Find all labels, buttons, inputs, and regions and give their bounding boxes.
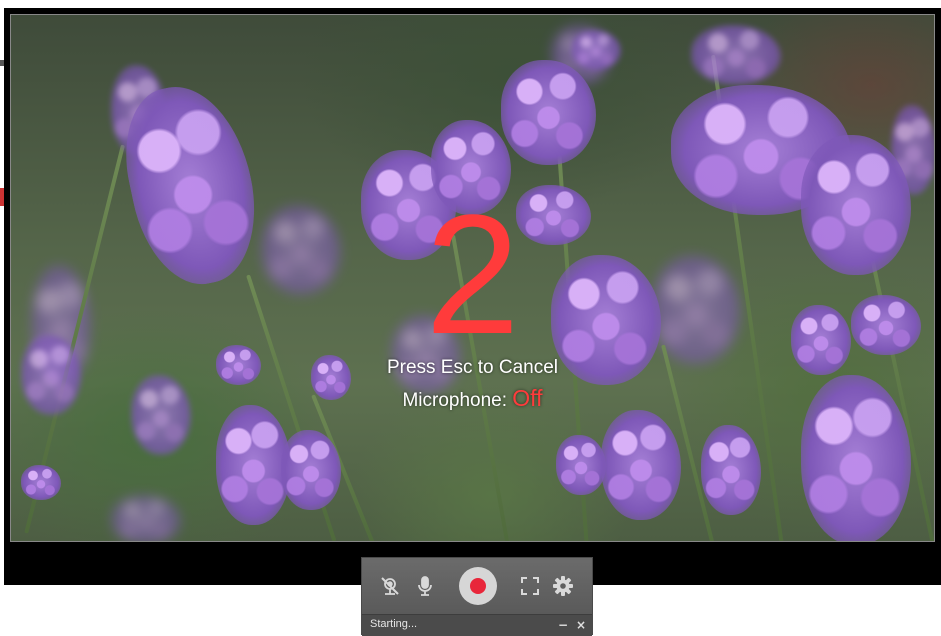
lavender-bloom xyxy=(281,430,341,510)
status-text: Starting... xyxy=(370,618,418,630)
fullscreen-icon[interactable] xyxy=(518,574,542,598)
microphone-state: Off xyxy=(512,385,543,411)
lavender-bloom xyxy=(556,435,606,495)
toolbar-controls xyxy=(362,558,592,614)
countdown-number: 2 xyxy=(425,180,520,370)
microphone-label: Microphone: xyxy=(402,390,507,411)
lavender-bloom xyxy=(111,495,181,541)
minimize-button[interactable]: − xyxy=(556,617,570,633)
lavender-bloom xyxy=(216,405,291,525)
lavender-bloom xyxy=(601,410,681,520)
microphone-status: Microphone: Off xyxy=(4,385,941,412)
record-icon xyxy=(470,578,486,594)
webcam-off-icon[interactable] xyxy=(378,574,402,598)
toolbar-status-bar: Starting... − × xyxy=(362,614,592,636)
lavender-bloom xyxy=(691,25,781,85)
screen-capture-area: 2 Press Esc to Cancel Microphone: Off xyxy=(4,8,941,585)
lavender-bloom xyxy=(571,30,621,70)
lavender-bloom xyxy=(701,425,761,515)
cancel-hint: Press Esc to Cancel xyxy=(386,357,559,378)
record-button[interactable] xyxy=(459,567,497,605)
microphone-icon[interactable] xyxy=(413,574,437,598)
recorder-toolbar: Starting... − × xyxy=(361,557,593,636)
close-button[interactable]: × xyxy=(574,617,588,633)
lavender-bloom xyxy=(21,465,61,500)
lavender-bloom xyxy=(501,60,596,165)
gear-icon[interactable] xyxy=(551,574,575,598)
